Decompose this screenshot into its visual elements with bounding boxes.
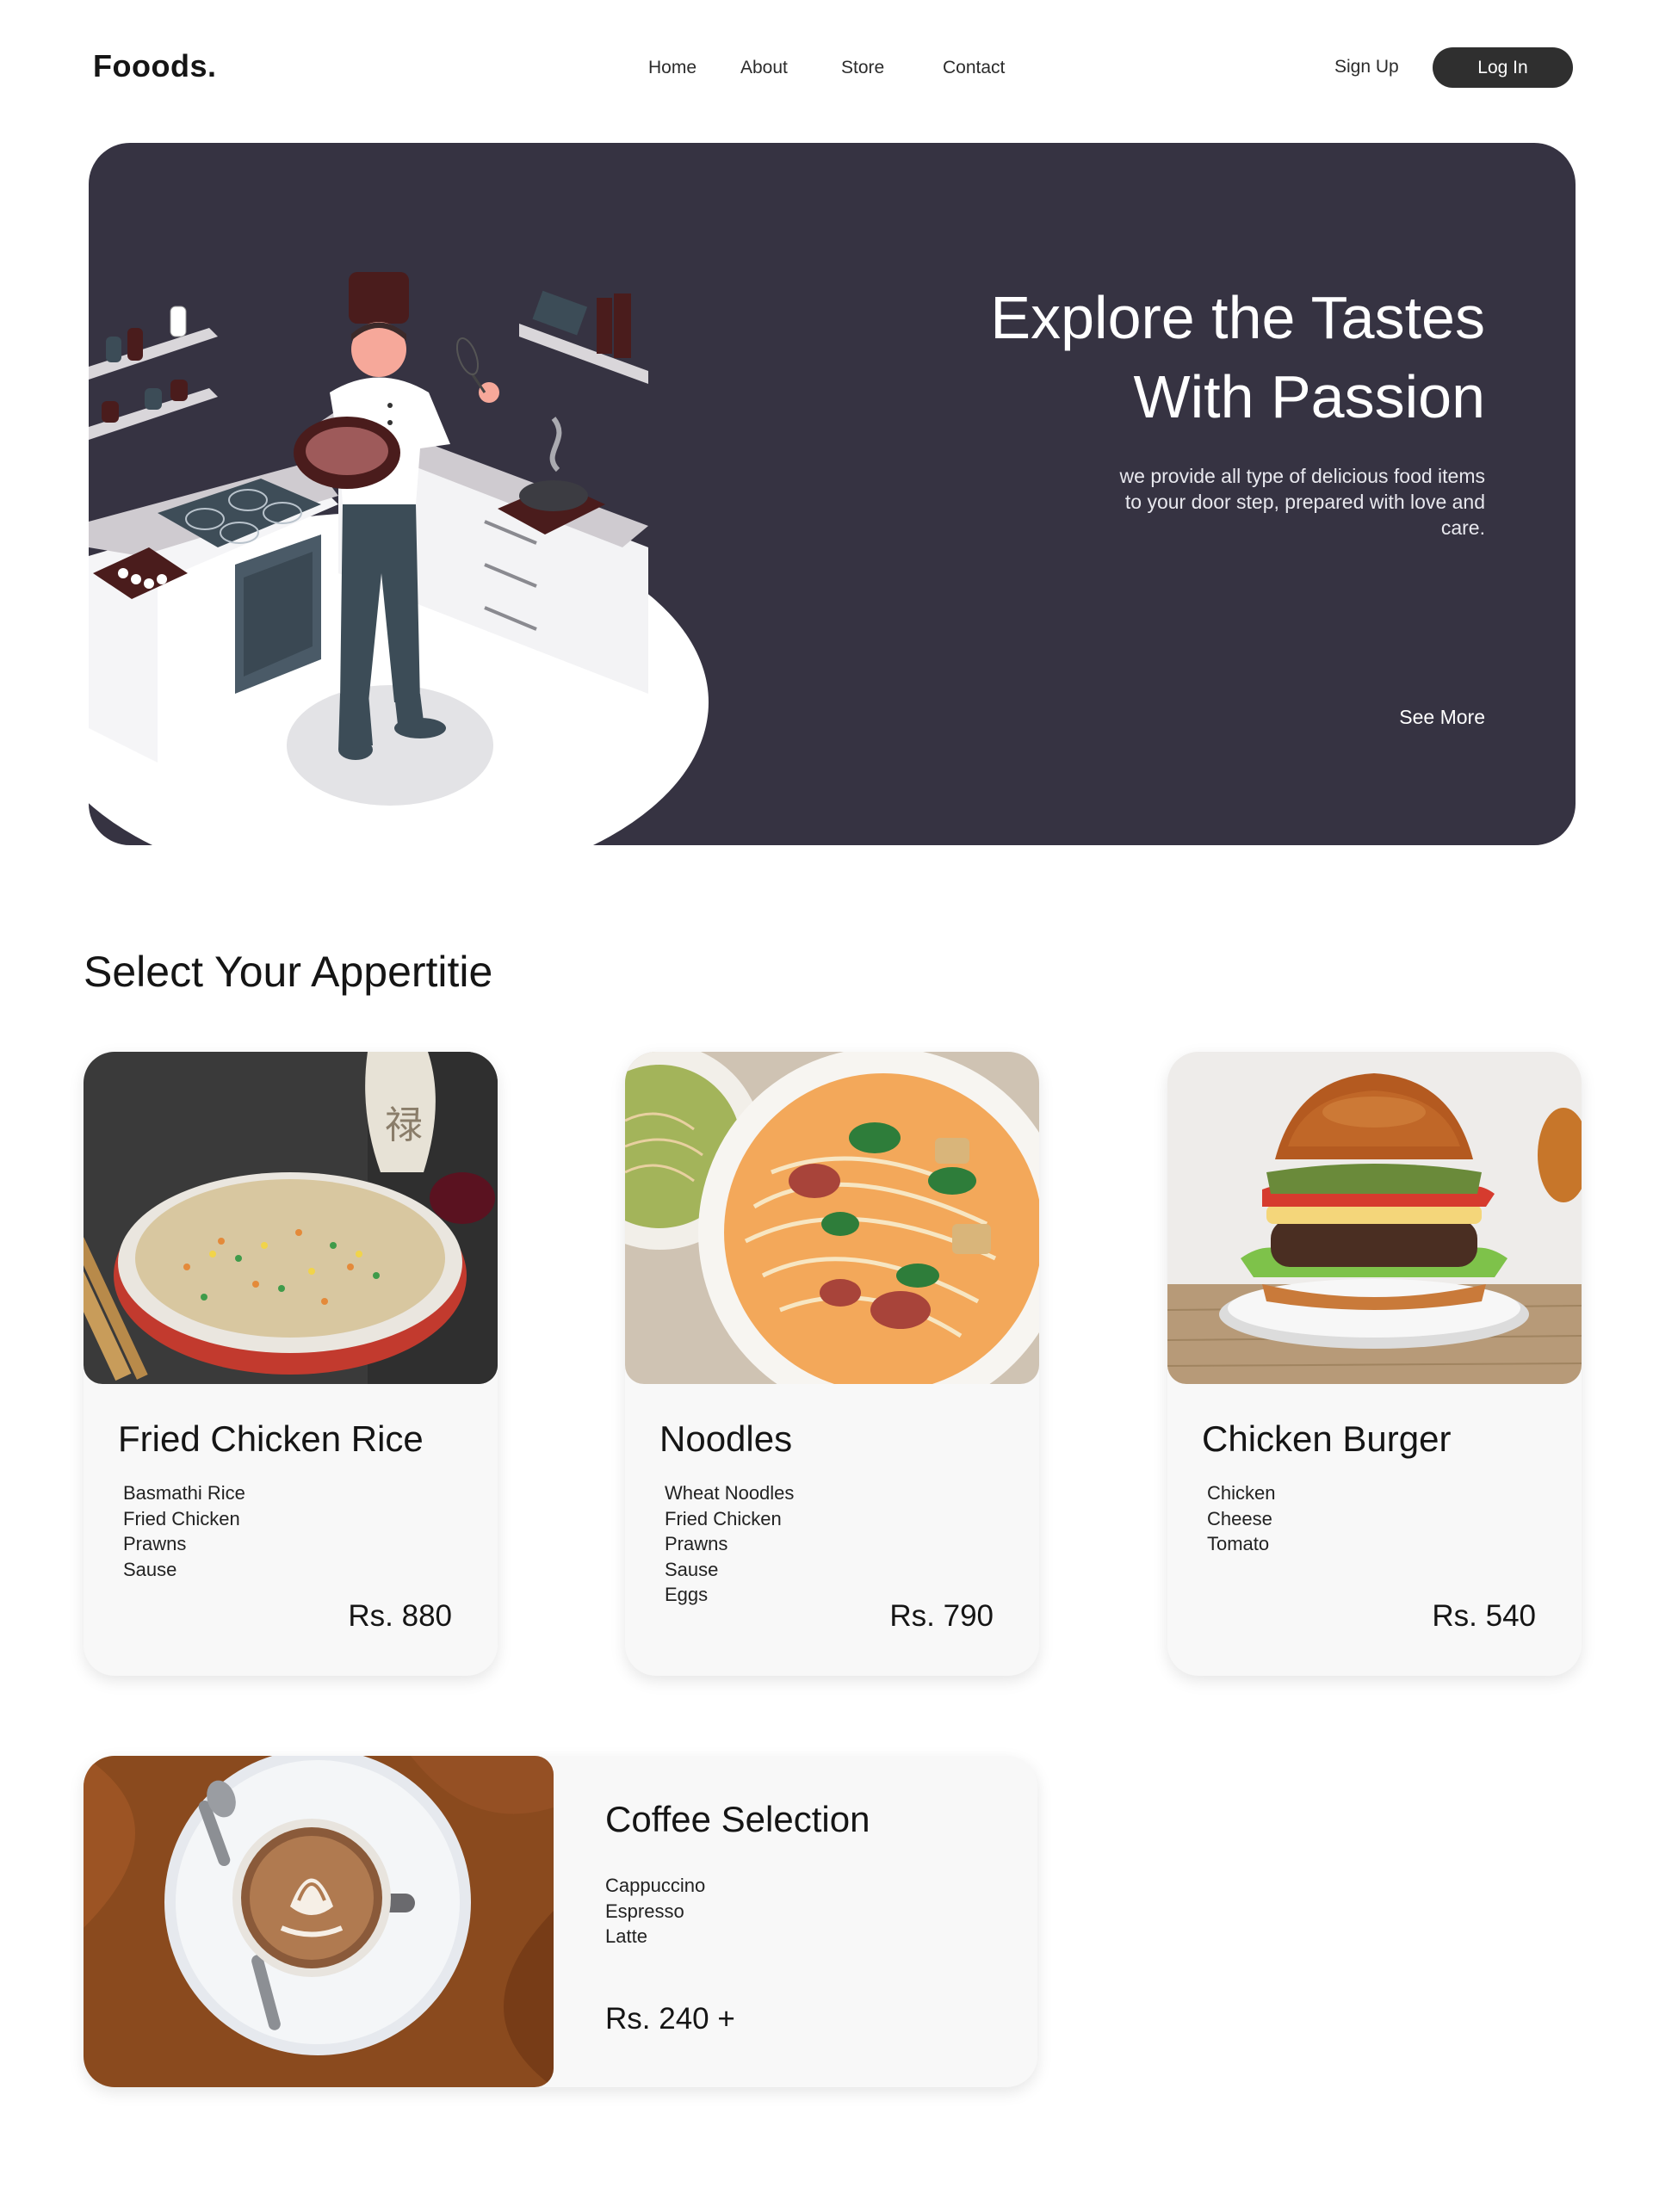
- food-card-fried-chicken-rice[interactable]: 禄 Fried Chicken Rice Basmathi Rice Fried…: [84, 1052, 498, 1676]
- svg-text:禄: 禄: [385, 1103, 423, 1147]
- ingredient-list: Chicken Cheese Tomato: [1207, 1480, 1275, 1557]
- noodles-photo: [625, 1052, 1039, 1384]
- hero-banner: Explore the Tastes With Passion we provi…: [89, 143, 1576, 845]
- ingredient-list: Basmathi Rice Fried Chicken Prawns Sause: [123, 1480, 245, 1582]
- coffee-selection-card[interactable]: Coffee Selection Cappuccino Espresso Lat…: [84, 1756, 1037, 2087]
- food-card-chicken-burger[interactable]: Chicken Burger Chicken Cheese Tomato Rs.…: [1167, 1052, 1582, 1676]
- ingredient-item: Sause: [123, 1558, 177, 1580]
- card-title: Fried Chicken Rice: [118, 1418, 424, 1459]
- price-label: Rs. 240 +: [605, 2002, 735, 2036]
- ingredient-list: Wheat Noodles Fried Chicken Prawns Sause…: [665, 1480, 794, 1608]
- login-button[interactable]: Log In: [1433, 47, 1573, 88]
- hero-title: Explore the Tastes With Passion: [710, 278, 1485, 436]
- hero-title-line1: Explore the Tastes: [990, 284, 1485, 351]
- ingredient-item: Chicken: [1207, 1482, 1276, 1504]
- price-label: Rs. 540: [1432, 1599, 1536, 1633]
- coffee-item: Latte: [605, 1925, 647, 1947]
- ingredient-item: Prawns: [123, 1533, 187, 1554]
- nav-contact[interactable]: Contact: [943, 58, 1005, 78]
- ingredient-item: Cheese: [1207, 1507, 1272, 1529]
- chef-kitchen-illustration: [89, 272, 709, 845]
- card-title: Noodles: [659, 1418, 793, 1459]
- nav-about[interactable]: About: [740, 58, 788, 78]
- price-label: Rs. 790: [889, 1599, 994, 1633]
- ingredient-item: Sause: [665, 1558, 719, 1580]
- coffee-item: Cappuccino: [605, 1875, 706, 1896]
- ingredient-item: Eggs: [665, 1584, 709, 1605]
- nav-links: Home About Store Contact: [0, 58, 1653, 83]
- price-label: Rs. 880: [348, 1599, 452, 1633]
- hero-description: we provide all type of delicious food it…: [1119, 465, 1485, 539]
- ingredient-item: Fried Chicken: [665, 1507, 782, 1529]
- ingredient-item: Prawns: [665, 1533, 728, 1554]
- hero-title-line2: With Passion: [1133, 363, 1485, 430]
- top-nav: Fooods. Home About Store Contact Sign Up…: [0, 0, 1653, 138]
- burger-photo: [1167, 1052, 1582, 1384]
- card-title: Coffee Selection: [605, 1799, 870, 1839]
- ingredient-item: Basmathi Rice: [123, 1482, 245, 1504]
- coffee-photo: [84, 1756, 554, 2087]
- food-card-noodles[interactable]: Noodles Wheat Noodles Fried Chicken Praw…: [625, 1052, 1039, 1676]
- nav-home[interactable]: Home: [648, 58, 696, 78]
- see-more-link[interactable]: See More: [1399, 706, 1485, 729]
- coffee-item: Espresso: [605, 1900, 684, 1922]
- ingredient-item: Tomato: [1207, 1533, 1270, 1554]
- nav-store[interactable]: Store: [841, 58, 884, 78]
- fried-rice-photo: 禄: [84, 1052, 498, 1384]
- ingredient-item: Fried Chicken: [123, 1507, 240, 1529]
- coffee-items-list: Cappuccino Espresso Latte: [605, 1873, 705, 1949]
- signup-link[interactable]: Sign Up: [1334, 57, 1399, 77]
- section-title: Select Your Appertitie: [84, 948, 493, 996]
- card-title: Chicken Burger: [1202, 1418, 1452, 1459]
- ingredient-item: Wheat Noodles: [665, 1482, 795, 1504]
